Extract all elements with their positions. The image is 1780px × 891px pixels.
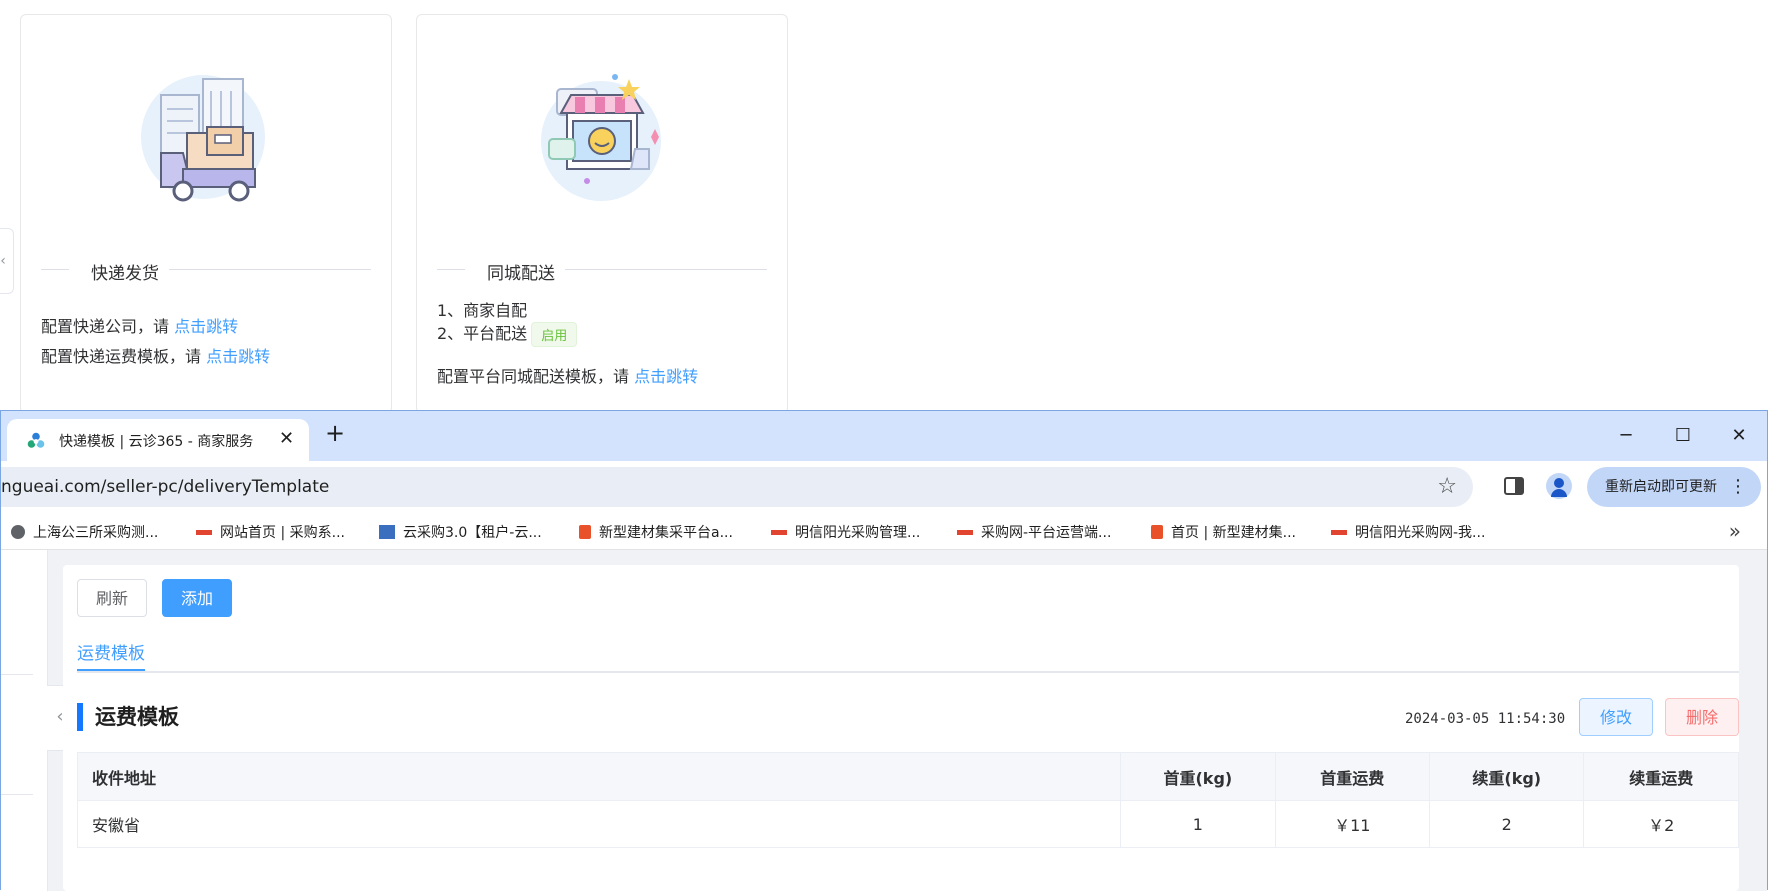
bookmark-item[interactable]: 上海公三所采购测... [11,522,158,542]
bookmark-item[interactable]: 网站首页 | 采购系... [196,522,345,542]
browser-titlebar: 快递模板 | 云诊365 - 商家服务 ✕ + ─ ☐ ✕ [1,411,1767,461]
close-tab-icon[interactable]: ✕ [279,428,294,449]
column-header: 续重(kg) [1429,752,1585,801]
column-header: 收件地址 [76,752,1122,801]
express-fee-line: 配置快递运费模板，请 点击跳转 [41,343,270,367]
bookmark-item[interactable]: 明信阳光采购管理... [771,522,920,542]
column-header: 首重(kg) [1120,752,1276,801]
relaunch-update-button[interactable]: 重新启动即可更新 ⋮ [1587,467,1761,507]
bookmark-item[interactable]: 新型建材集采平台a... [579,522,733,542]
address-bar[interactable]: ngueai.com/seller-pc/deliveryTemplate ☆ [1,467,1473,507]
minimize-icon[interactable]: ─ [1606,421,1646,451]
bookmark-item[interactable]: 明信阳光采购网-我... [1331,522,1485,542]
side-menu-strip [1,550,48,891]
browser-window: 快递模板 | 云诊365 - 商家服务 ✕ + ─ ☐ ✕ ngueai.com… [0,410,1768,891]
enabled-status-badge: 启用 [531,322,578,347]
page-content: ‹ 刷新 添加 运费模板 运费模板 2024-03-05 11:54:30 修改… [1,550,1767,891]
express-card-divider: 快递发货 [41,259,371,284]
express-company-text: 配置快递公司，请 [41,317,175,336]
new-tab-icon[interactable]: + [321,419,349,447]
tab-bar: 运费模板 [77,639,1739,673]
refresh-button[interactable]: 刷新 [77,579,148,617]
platform-delivery-text: 2、平台配送 [437,324,528,343]
add-button[interactable]: 添加 [162,579,233,617]
delete-button[interactable]: 删除 [1665,698,1739,736]
side-panel-icon[interactable] [1503,475,1525,497]
bookmark-site-icon [1331,525,1347,539]
edit-button[interactable]: 修改 [1579,698,1653,736]
bookmarks-overflow-icon[interactable]: » [1729,519,1741,543]
table-cell: 1 [1120,800,1276,848]
express-card-title: 快递发货 [91,264,159,284]
delivery-truck-illustration [141,75,265,202]
platform-delivery-line: 2、平台配送 启用 [437,320,578,347]
address-url: ngueai.com/seller-pc/deliveryTemplate [1,477,330,497]
bookmarks-bar: 上海公三所采购测... 网站首页 | 采购系... 云采购3.0【租户-云...… [1,513,1767,550]
bookmark-item[interactable]: 采购网-平台运营端... [957,522,1111,542]
table-cell: ￥2 [1583,800,1739,848]
profile-icon[interactable] [1546,473,1572,499]
city-delivery-card: 同城配送 1、商家自配 2、平台配送 启用 配置平台同城配送模板，请 点击跳转 [416,14,788,414]
bookmark-item[interactable]: 云采购3.0【租户-云... [379,522,542,542]
bookmark-site-icon [579,525,591,539]
browser-tab-active[interactable]: 快递模板 | 云诊365 - 商家服务 ✕ [7,419,309,461]
bookmark-site-icon [957,525,973,539]
tab-title: 快递模板 | 云诊365 - 商家服务 [59,434,254,450]
merchant-self-delivery: 1、商家自配 [437,301,528,320]
more-vert-icon[interactable]: ⋮ [1729,467,1747,507]
section-title: 运费模板 [77,703,179,731]
express-delivery-card: 快递发货 配置快递公司，请 点击跳转 配置快递运费模板，请 点击跳转 [20,14,392,414]
express-fee-text: 配置快递运费模板，请 [41,347,207,366]
tab-freight-template[interactable]: 运费模板 [77,639,145,671]
browser-toolbar: ngueai.com/seller-pc/deliveryTemplate ☆ … [1,461,1767,513]
bookmark-site-icon [379,525,395,539]
city-card-title: 同城配送 [487,264,555,284]
city-template-text: 配置平台同城配送模板，请 [437,367,635,386]
bookmark-item[interactable]: 首页 | 新型建材集... [1151,522,1296,542]
express-company-link[interactable]: 点击跳转 [174,317,238,336]
city-template-line: 配置平台同城配送模板，请 点击跳转 [437,363,698,387]
table-cell: 安徽省 [76,800,1122,848]
freight-template-table: 收件地址 首重(kg) 首重运费 续重(kg) 续重运费 安徽省 1 ￥11 2… [76,752,1739,848]
city-template-link[interactable]: 点击跳转 [634,367,698,386]
express-fee-link[interactable]: 点击跳转 [206,347,270,366]
star-icon[interactable]: ☆ [1437,474,1457,499]
bookmark-site-icon [196,525,212,539]
table-row: 安徽省 1 ￥11 2 ￥2 [76,800,1739,848]
city-card-divider: 同城配送 [437,259,767,284]
collapse-handle-left[interactable]: ‹ [0,228,14,294]
relaunch-update-label: 重新启动即可更新 [1605,479,1717,495]
bookmark-site-icon [771,525,787,539]
express-company-line: 配置快递公司，请 点击跳转 [41,313,238,337]
close-window-icon[interactable]: ✕ [1719,421,1759,451]
table-header-row: 收件地址 首重(kg) 首重运费 续重(kg) 续重运费 [76,752,1739,801]
updated-timestamp: 2024-03-05 11:54:30 [1405,711,1566,727]
table-cell: 2 [1429,800,1585,848]
bookmark-site-icon [1151,525,1163,539]
main-panel: 刷新 添加 运费模板 运费模板 2024-03-05 11:54:30 修改 删… [63,565,1739,891]
storefront-illustration [541,74,661,201]
maximize-icon[interactable]: ☐ [1663,421,1703,451]
table-cell: ￥11 [1274,800,1431,848]
column-header: 首重运费 [1274,752,1431,801]
column-header: 续重运费 [1583,752,1739,801]
globe-icon [11,525,25,539]
site-favicon-icon [27,432,45,448]
